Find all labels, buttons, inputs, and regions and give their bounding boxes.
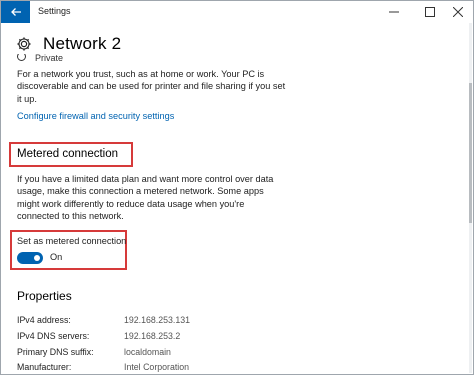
private-radio-option[interactable]: Private (17, 54, 63, 62)
gear-icon (17, 37, 31, 51)
property-value: 192.168.253.2 (124, 331, 181, 341)
settings-window: Settings Network 2 Private For a network… (0, 0, 474, 375)
firewall-settings-link[interactable]: Configure firewall and security settings (17, 111, 174, 121)
property-key: Primary DNS suffix: (17, 347, 94, 357)
page-header: Network 2 (16, 34, 121, 54)
properties-heading: Properties (17, 289, 72, 303)
back-button[interactable] (1, 1, 30, 23)
metered-description: If you have a limited data plan and want… (17, 174, 274, 222)
close-icon (453, 7, 463, 17)
toggle-knob (34, 255, 40, 261)
maximize-icon (425, 7, 435, 17)
private-description: For a network you trust, such as at home… (17, 69, 286, 104)
minimize-button[interactable] (377, 1, 411, 23)
property-row: Primary DNS suffix: localdomain (17, 347, 317, 359)
property-row: IPv4 DNS servers: 192.168.253.2 (17, 331, 317, 343)
metered-toggle-state: On (50, 252, 63, 262)
scrollbar-thumb[interactable] (469, 83, 472, 223)
metered-connection-heading: Metered connection (17, 148, 119, 160)
metered-connection-toggle[interactable] (17, 252, 43, 264)
property-value: Intel Corporation (124, 362, 190, 372)
property-key: IPv4 DNS servers: (17, 331, 90, 341)
page-title: Network 2 (43, 34, 122, 53)
radio-button[interactable] (17, 54, 26, 61)
metered-toggle-label: Set as metered connection (17, 236, 127, 246)
property-row: Manufacturer: Intel Corporation (17, 362, 317, 374)
back-arrow-icon (10, 8, 21, 16)
property-row: IPv4 address: 192.168.253.131 (17, 315, 317, 327)
title-bar: Settings (1, 1, 473, 23)
property-key: Manufacturer: (17, 362, 72, 372)
property-key: IPv4 address: (17, 315, 71, 325)
scrollbar[interactable] (469, 23, 472, 373)
property-value: localdomain (124, 347, 171, 357)
private-label: Private (35, 54, 64, 62)
close-button[interactable] (441, 1, 474, 23)
minimize-icon (389, 11, 399, 13)
window-title: Settings (38, 6, 71, 16)
property-value: 192.168.253.131 (124, 315, 191, 325)
